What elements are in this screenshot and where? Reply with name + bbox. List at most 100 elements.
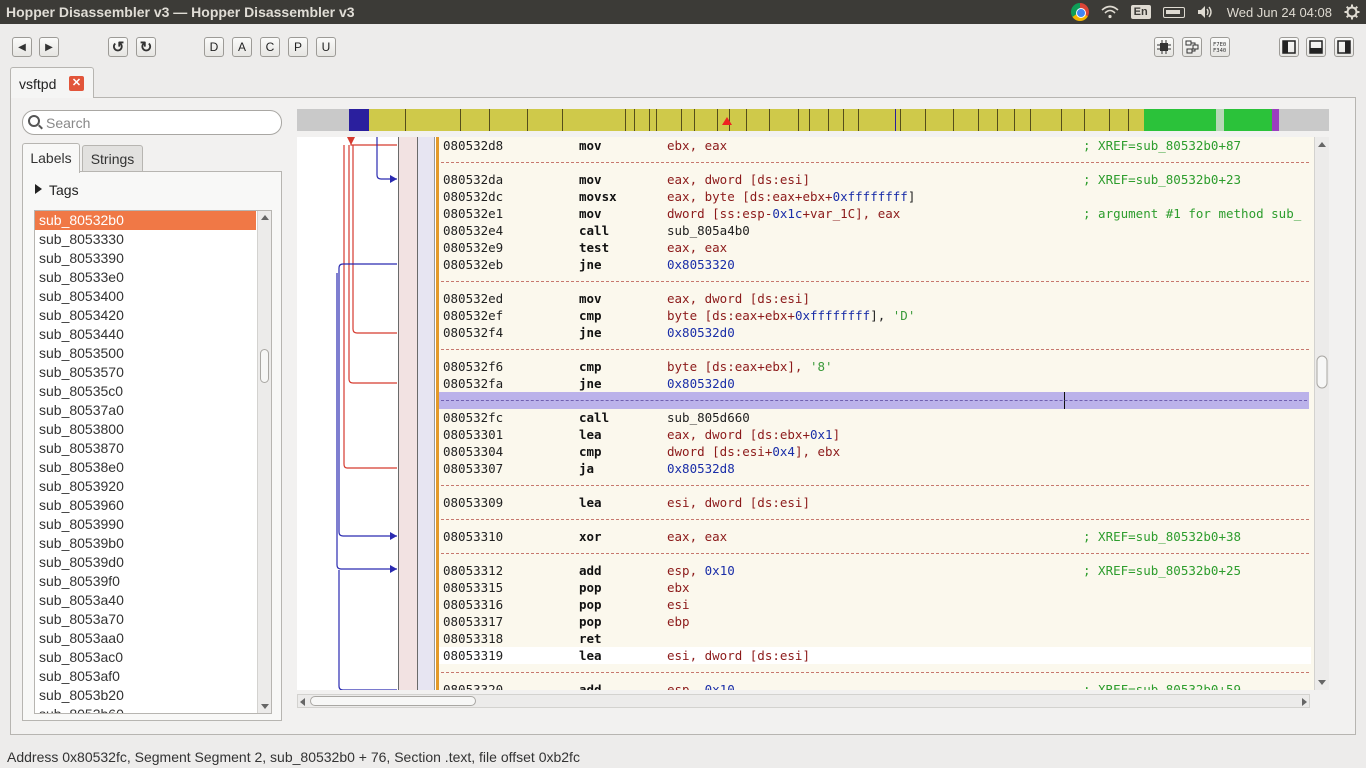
selected-separator-row[interactable] xyxy=(439,392,1309,409)
label-list-item[interactable]: sub_80533e0 xyxy=(35,268,256,287)
label-list-item[interactable]: sub_8053500 xyxy=(35,344,256,363)
disassembly-view[interactable]: 080532d8 mov ebx, eax ; XREF=sub_80532b0+87… xyxy=(297,137,1329,690)
operand-part: 0x80532d8 xyxy=(667,461,735,476)
label-list-item[interactable]: sub_80535c0 xyxy=(35,382,256,401)
tags-disclosure[interactable]: Tags xyxy=(35,182,79,198)
instruction-row[interactable]: 080532f4 jne 0x80532d0 xyxy=(439,324,1311,341)
label-list-item[interactable]: sub_8053420 xyxy=(35,306,256,325)
mark-as-undefined-button[interactable]: U xyxy=(316,37,336,57)
redo-button[interactable]: ↻ xyxy=(136,37,156,57)
label-list-item[interactable]: sub_80539b0 xyxy=(35,534,256,553)
horizontal-scrollbar-thumb[interactable] xyxy=(310,696,476,706)
forward-button[interactable]: ▶ xyxy=(39,37,59,57)
battery-icon[interactable] xyxy=(1157,0,1191,24)
label-list-item[interactable]: sub_8053ac0 xyxy=(35,648,256,667)
label-list-item[interactable]: sub_8053b60 xyxy=(35,705,256,713)
disassembly-lines[interactable]: 080532d8 mov ebx, eax ; XREF=sub_80532b0+87… xyxy=(439,137,1311,690)
back-button[interactable]: ◀ xyxy=(12,37,32,57)
label-list-item[interactable]: sub_8053a70 xyxy=(35,610,256,629)
instruction-operands: byte [ds:eax+ebx+0xffffffff], 'D' xyxy=(667,307,915,324)
undo-button[interactable]: ↺ xyxy=(108,37,128,57)
disassembly-vertical-scrollbar[interactable] xyxy=(1314,137,1329,690)
label-list-item[interactable]: sub_8053920 xyxy=(35,477,256,496)
label-list-item[interactable]: sub_8053870 xyxy=(35,439,256,458)
scrollbar-thumb[interactable] xyxy=(260,349,269,383)
branch-arrows xyxy=(336,137,397,690)
instruction-row[interactable]: 08053301 lea eax, dword [ds:ebx+0x1] xyxy=(439,426,1311,443)
instruction-row[interactable]: 08053315 pop ebx xyxy=(439,579,1311,596)
instruction-row[interactable]: 08053318 ret xyxy=(439,630,1311,647)
label-list-item[interactable]: sub_80539f0 xyxy=(35,572,256,591)
toggle-left-pane-button[interactable] xyxy=(1279,37,1299,57)
scroll-up-icon[interactable] xyxy=(261,215,269,220)
label-list-item[interactable]: sub_80539d0 xyxy=(35,553,256,572)
mark-as-ascii-button[interactable]: A xyxy=(232,37,252,57)
instruction-row[interactable]: 080532e1 mov dword [ss:esp-0x1c+var_1C], e… xyxy=(439,205,1311,222)
wifi-icon[interactable] xyxy=(1095,0,1125,24)
toggle-bottom-pane-button[interactable] xyxy=(1306,37,1326,57)
label-list-item[interactable]: sub_8053b20 xyxy=(35,686,256,705)
nav-tick xyxy=(405,109,406,131)
volume-icon[interactable] xyxy=(1191,0,1221,24)
instruction-row[interactable]: 080532ef cmp byte [ds:eax+ebx+0xffffffff],… xyxy=(439,307,1311,324)
label-list-item[interactable]: sub_80538e0 xyxy=(35,458,256,477)
label-list-item[interactable]: sub_8053330 xyxy=(35,230,256,249)
scroll-left-icon[interactable] xyxy=(300,698,305,706)
instruction-row[interactable]: 08053312 add esp, 0x10 ; XREF=sub_80532b0+2… xyxy=(439,562,1311,579)
instruction-row[interactable]: 08053317 pop ebp xyxy=(439,613,1311,630)
mark-as-procedure-button[interactable]: P xyxy=(288,37,308,57)
control-flow-graph-button[interactable] xyxy=(1182,37,1202,57)
instruction-row[interactable]: 080532fa jne 0x80532d0 xyxy=(439,375,1311,392)
instruction-row[interactable]: 08053320 add esp, 0x10 ; XREF=sub_80532b0+5… xyxy=(439,681,1311,690)
instruction-row[interactable]: 08053319 lea esi, dword [ds:esi] xyxy=(439,647,1311,664)
tab-strings[interactable]: Strings xyxy=(82,145,143,172)
toggle-right-pane-button[interactable] xyxy=(1334,37,1354,57)
scroll-right-icon[interactable] xyxy=(1302,698,1307,706)
gear-icon[interactable] xyxy=(1338,0,1366,24)
close-icon[interactable]: ✕ xyxy=(69,76,84,91)
label-list-item[interactable]: sub_8053990 xyxy=(35,515,256,534)
label-list-item[interactable]: sub_8053570 xyxy=(35,363,256,382)
instruction-row[interactable]: 080532eb jne 0x8053320 xyxy=(439,256,1311,273)
tab-labels[interactable]: Labels xyxy=(22,143,80,173)
cpu-view-button[interactable] xyxy=(1154,37,1174,57)
label-list-item[interactable]: sub_8053390 xyxy=(35,249,256,268)
instruction-row[interactable]: 080532da mov eax, dword [ds:esi] ; XREF=sub… xyxy=(439,171,1311,188)
tab-vsftpd[interactable]: vsftpd ✕ xyxy=(10,67,94,98)
label-list-item[interactable]: sub_8053440 xyxy=(35,325,256,344)
instruction-row[interactable]: 080532ed mov eax, dword [ds:esi] xyxy=(439,290,1311,307)
scroll-down-icon[interactable] xyxy=(261,704,269,709)
instruction-row[interactable]: 080532fc call sub_805d660 xyxy=(439,409,1311,426)
instruction-row[interactable]: 08053310 xor eax, eax ; XREF=sub_80532b0+38 xyxy=(439,528,1311,545)
instruction-row[interactable]: 080532dc movsx eax, byte [ds:eax+ebx+0xfff… xyxy=(439,188,1311,205)
instruction-row[interactable]: 080532e4 call sub_805a4b0 xyxy=(439,222,1311,239)
instruction-row[interactable]: 08053316 pop esi xyxy=(439,596,1311,613)
block-separator xyxy=(441,672,1309,673)
label-list-item[interactable]: sub_80537a0 xyxy=(35,401,256,420)
segment-navigation-bar[interactable] xyxy=(297,109,1329,131)
mark-as-code-button[interactable]: C xyxy=(260,37,280,57)
label-list-item[interactable]: sub_8053800 xyxy=(35,420,256,439)
instruction-row[interactable]: 08053307 ja 0x80532d8 xyxy=(439,460,1311,477)
label-list-scrollbar[interactable] xyxy=(257,211,271,713)
label-list-item[interactable]: sub_80532b0 xyxy=(35,211,256,230)
hex-view-button[interactable]: F7E0 F340 xyxy=(1210,37,1230,57)
chrome-icon[interactable] xyxy=(1065,0,1095,24)
label-list-item[interactable]: sub_8053af0 xyxy=(35,667,256,686)
label-list-item[interactable]: sub_8053aa0 xyxy=(35,629,256,648)
label-list-item[interactable]: sub_8053a40 xyxy=(35,591,256,610)
keyboard-layout-indicator[interactable]: En xyxy=(1125,0,1157,24)
instruction-row[interactable]: 08053309 lea esi, dword [ds:esi] xyxy=(439,494,1311,511)
disassembly-horizontal-scrollbar[interactable] xyxy=(297,694,1310,708)
clock[interactable]: Wed Jun 24 04:08 xyxy=(1221,0,1338,24)
instruction-operands: sub_805d660 xyxy=(667,409,750,426)
instruction-row[interactable]: 080532e9 test eax, eax xyxy=(439,239,1311,256)
nav-tick xyxy=(1084,109,1085,131)
mark-as-data-button[interactable]: D xyxy=(204,37,224,57)
instruction-row[interactable]: 080532d8 mov ebx, eax ; XREF=sub_80532b0+87 xyxy=(439,137,1311,154)
label-list-item[interactable]: sub_8053400 xyxy=(35,287,256,306)
label-list-item[interactable]: sub_8053960 xyxy=(35,496,256,515)
instruction-row[interactable]: 08053304 cmp dword [ds:esi+0x4], ebx xyxy=(439,443,1311,460)
search-input[interactable] xyxy=(46,114,276,132)
instruction-row[interactable]: 080532f6 cmp byte [ds:eax+ebx], '8' xyxy=(439,358,1311,375)
